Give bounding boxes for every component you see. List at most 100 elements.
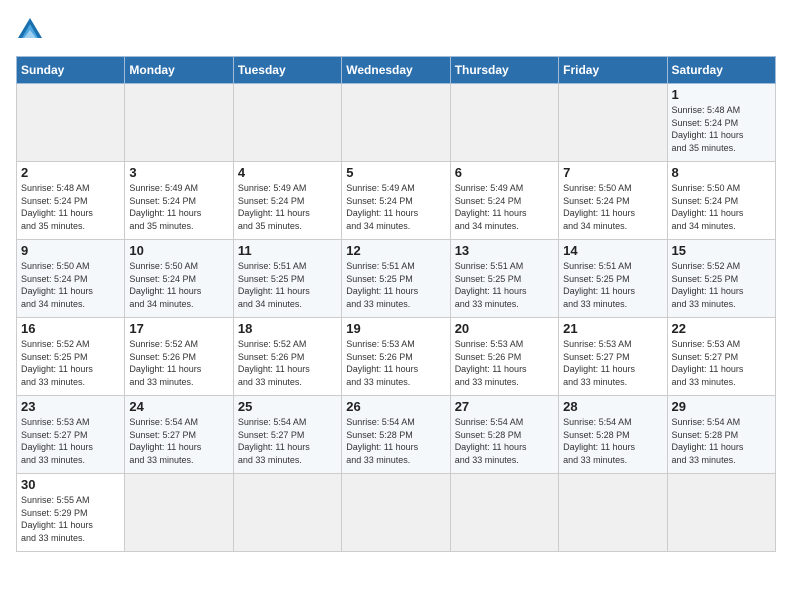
day-info: Sunrise: 5:48 AM Sunset: 5:24 PM Dayligh… xyxy=(21,182,120,232)
day-cell xyxy=(233,474,341,552)
day-number: 14 xyxy=(563,243,662,258)
day-cell xyxy=(450,474,558,552)
day-cell xyxy=(125,84,233,162)
day-number: 4 xyxy=(238,165,337,180)
day-info: Sunrise: 5:49 AM Sunset: 5:24 PM Dayligh… xyxy=(129,182,228,232)
day-info: Sunrise: 5:49 AM Sunset: 5:24 PM Dayligh… xyxy=(346,182,445,232)
day-cell xyxy=(667,474,775,552)
day-cell: 23 Sunrise: 5:53 AM Sunset: 5:27 PM Dayli… xyxy=(17,396,125,474)
week-row-0: 1 Sunrise: 5:48 AM Sunset: 5:24 PM Daylig… xyxy=(17,84,776,162)
header-cell-sunday: Sunday xyxy=(17,57,125,84)
day-cell: 13Sunrise: 5:51 AM Sunset: 5:25 PM Dayli… xyxy=(450,240,558,318)
day-info: Sunrise: 5:53 AM Sunset: 5:26 PM Dayligh… xyxy=(455,338,554,388)
week-row-1: 2 Sunrise: 5:48 AM Sunset: 5:24 PM Daylig… xyxy=(17,162,776,240)
day-cell: 14 Sunrise: 5:51 AM Sunset: 5:25 PM Dayli… xyxy=(559,240,667,318)
day-info: Sunrise: 5:55 AM Sunset: 5:29 PM Dayligh… xyxy=(21,494,120,544)
day-info: Sunrise: 5:54 AM Sunset: 5:28 PM Dayligh… xyxy=(455,416,554,466)
day-cell: 29 Sunrise: 5:54 AM Sunset: 5:28 PM Dayli… xyxy=(667,396,775,474)
day-cell: 9 Sunrise: 5:50 AM Sunset: 5:24 PM Daylig… xyxy=(17,240,125,318)
day-number: 25 xyxy=(238,399,337,414)
day-cell: 18Sunrise: 5:52 AM Sunset: 5:26 PM Dayli… xyxy=(233,318,341,396)
day-cell: 2 Sunrise: 5:48 AM Sunset: 5:24 PM Daylig… xyxy=(17,162,125,240)
week-row-2: 9 Sunrise: 5:50 AM Sunset: 5:24 PM Daylig… xyxy=(17,240,776,318)
day-cell: 28 Sunrise: 5:54 AM Sunset: 5:28 PM Dayli… xyxy=(559,396,667,474)
day-cell xyxy=(342,84,450,162)
day-number: 10 xyxy=(129,243,228,258)
day-info: Sunrise: 5:54 AM Sunset: 5:28 PM Dayligh… xyxy=(346,416,445,466)
day-info: Sunrise: 5:51 AM Sunset: 5:25 PM Dayligh… xyxy=(346,260,445,310)
day-number: 3 xyxy=(129,165,228,180)
day-cell: 8 Sunrise: 5:50 AM Sunset: 5:24 PM Daylig… xyxy=(667,162,775,240)
day-number: 11 xyxy=(238,243,337,258)
day-number: 22 xyxy=(672,321,771,336)
day-number: 12 xyxy=(346,243,445,258)
day-info: Sunrise: 5:53 AM Sunset: 5:27 PM Dayligh… xyxy=(672,338,771,388)
day-cell: 7 Sunrise: 5:50 AM Sunset: 5:24 PM Daylig… xyxy=(559,162,667,240)
logo xyxy=(16,16,52,44)
day-cell: 22 Sunrise: 5:53 AM Sunset: 5:27 PM Dayli… xyxy=(667,318,775,396)
day-info: Sunrise: 5:52 AM Sunset: 5:25 PM Dayligh… xyxy=(672,260,771,310)
day-number: 1 xyxy=(672,87,771,102)
day-info: Sunrise: 5:53 AM Sunset: 5:27 PM Dayligh… xyxy=(21,416,120,466)
day-number: 28 xyxy=(563,399,662,414)
day-cell: 20 Sunrise: 5:53 AM Sunset: 5:26 PM Dayli… xyxy=(450,318,558,396)
day-info: Sunrise: 5:54 AM Sunset: 5:27 PM Dayligh… xyxy=(238,416,337,466)
day-cell: 6 Sunrise: 5:49 AM Sunset: 5:24 PM Daylig… xyxy=(450,162,558,240)
day-info: Sunrise: 5:54 AM Sunset: 5:27 PM Dayligh… xyxy=(129,416,228,466)
day-info: Sunrise: 5:48 AM Sunset: 5:24 PM Dayligh… xyxy=(672,104,771,154)
day-cell: 27Sunrise: 5:54 AM Sunset: 5:28 PM Dayli… xyxy=(450,396,558,474)
day-info: Sunrise: 5:49 AM Sunset: 5:24 PM Dayligh… xyxy=(455,182,554,232)
day-info: Sunrise: 5:54 AM Sunset: 5:28 PM Dayligh… xyxy=(672,416,771,466)
calendar-header: SundayMondayTuesdayWednesdayThursdayFrid… xyxy=(17,57,776,84)
day-number: 19 xyxy=(346,321,445,336)
day-number: 23 xyxy=(21,399,120,414)
day-info: Sunrise: 5:51 AM Sunset: 5:25 PM Dayligh… xyxy=(238,260,337,310)
day-info: Sunrise: 5:50 AM Sunset: 5:24 PM Dayligh… xyxy=(21,260,120,310)
day-cell: 1 Sunrise: 5:48 AM Sunset: 5:24 PM Daylig… xyxy=(667,84,775,162)
day-cell xyxy=(559,474,667,552)
day-cell xyxy=(17,84,125,162)
header-row: SundayMondayTuesdayWednesdayThursdayFrid… xyxy=(17,57,776,84)
week-row-5: 30 Sunrise: 5:55 AM Sunset: 5:29 PM Dayli… xyxy=(17,474,776,552)
day-number: 21 xyxy=(563,321,662,336)
day-info: Sunrise: 5:52 AM Sunset: 5:26 PM Dayligh… xyxy=(129,338,228,388)
header-cell-wednesday: Wednesday xyxy=(342,57,450,84)
day-info: Sunrise: 5:53 AM Sunset: 5:26 PM Dayligh… xyxy=(346,338,445,388)
day-number: 8 xyxy=(672,165,771,180)
day-number: 5 xyxy=(346,165,445,180)
day-cell: 11 Sunrise: 5:51 AM Sunset: 5:25 PM Dayli… xyxy=(233,240,341,318)
day-cell: 3 Sunrise: 5:49 AM Sunset: 5:24 PM Daylig… xyxy=(125,162,233,240)
header-cell-tuesday: Tuesday xyxy=(233,57,341,84)
day-info: Sunrise: 5:53 AM Sunset: 5:27 PM Dayligh… xyxy=(563,338,662,388)
day-number: 2 xyxy=(21,165,120,180)
day-number: 6 xyxy=(455,165,554,180)
day-info: Sunrise: 5:52 AM Sunset: 5:25 PM Dayligh… xyxy=(21,338,120,388)
day-info: Sunrise: 5:52 AM Sunset: 5:26 PM Dayligh… xyxy=(238,338,337,388)
day-cell: 5 Sunrise: 5:49 AM Sunset: 5:24 PM Daylig… xyxy=(342,162,450,240)
day-info: Sunrise: 5:54 AM Sunset: 5:28 PM Dayligh… xyxy=(563,416,662,466)
day-info: Sunrise: 5:50 AM Sunset: 5:24 PM Dayligh… xyxy=(563,182,662,232)
page-header xyxy=(16,16,776,44)
day-number: 20 xyxy=(455,321,554,336)
day-cell: 30 Sunrise: 5:55 AM Sunset: 5:29 PM Dayli… xyxy=(17,474,125,552)
logo-icon xyxy=(16,16,44,44)
day-number: 30 xyxy=(21,477,120,492)
header-cell-monday: Monday xyxy=(125,57,233,84)
day-number: 7 xyxy=(563,165,662,180)
header-cell-thursday: Thursday xyxy=(450,57,558,84)
day-number: 9 xyxy=(21,243,120,258)
week-row-4: 23 Sunrise: 5:53 AM Sunset: 5:27 PM Dayli… xyxy=(17,396,776,474)
day-cell xyxy=(559,84,667,162)
day-info: Sunrise: 5:49 AM Sunset: 5:24 PM Dayligh… xyxy=(238,182,337,232)
day-cell: 19 Sunrise: 5:53 AM Sunset: 5:26 PM Dayli… xyxy=(342,318,450,396)
day-cell xyxy=(450,84,558,162)
day-info: Sunrise: 5:50 AM Sunset: 5:24 PM Dayligh… xyxy=(672,182,771,232)
week-row-3: 16 Sunrise: 5:52 AM Sunset: 5:25 PM Dayli… xyxy=(17,318,776,396)
day-number: 13 xyxy=(455,243,554,258)
day-number: 16 xyxy=(21,321,120,336)
day-info: Sunrise: 5:51 AM Sunset: 5:25 PM Dayligh… xyxy=(563,260,662,310)
day-cell xyxy=(342,474,450,552)
day-number: 26 xyxy=(346,399,445,414)
day-cell: 16 Sunrise: 5:52 AM Sunset: 5:25 PM Dayli… xyxy=(17,318,125,396)
day-number: 29 xyxy=(672,399,771,414)
